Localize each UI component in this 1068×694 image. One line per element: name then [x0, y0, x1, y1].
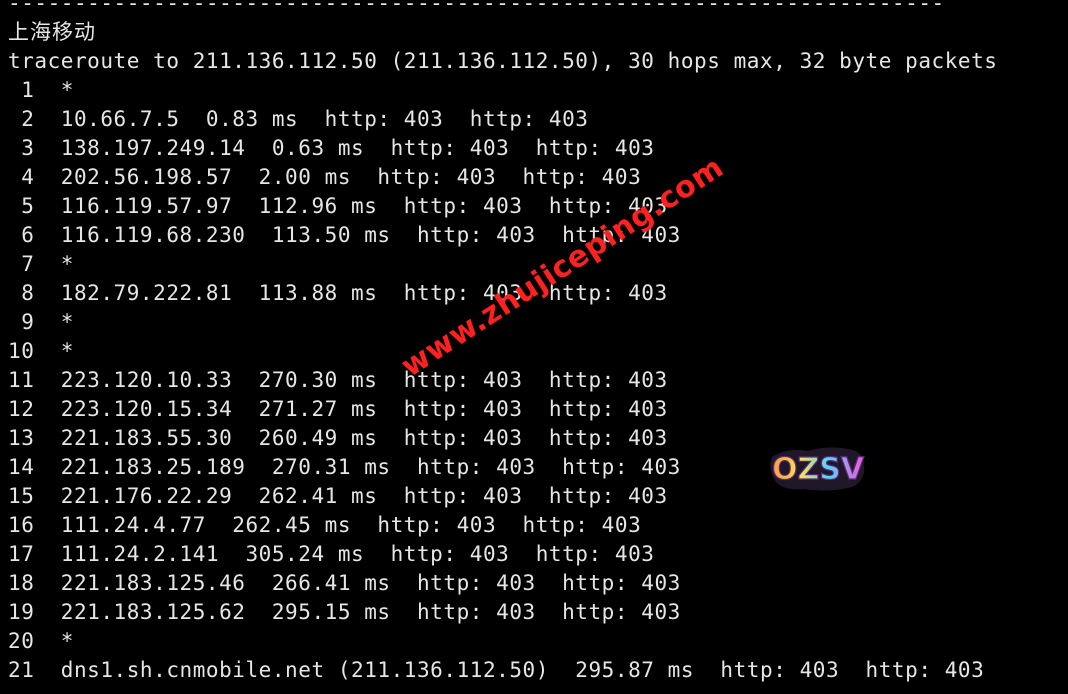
hop-line: 5 116.119.57.97 112.96 ms http: 403 http…	[8, 194, 668, 218]
hop-line: 14 221.183.25.189 270.31 ms http: 403 ht…	[8, 455, 681, 479]
hop-line: 11 223.120.10.33 270.30 ms http: 403 htt…	[8, 368, 668, 392]
hop-line: 17 111.24.2.141 305.24 ms http: 403 http…	[8, 542, 655, 566]
separator-line: ----------------------------------------…	[8, 0, 945, 15]
hop-line: 6 116.119.68.230 113.50 ms http: 403 htt…	[8, 223, 681, 247]
hop-line: 21 dns1.sh.cnmobile.net (211.136.112.50)…	[8, 658, 985, 682]
section-title: 上海移动	[8, 20, 96, 44]
hop-line: 9 *	[8, 310, 74, 334]
logo-text: OZSV	[772, 452, 865, 487]
hop-line: 4 202.56.198.57 2.00 ms http: 403 http: …	[8, 165, 642, 189]
ozsv-logo-icon: OZSV	[770, 447, 865, 491]
hop-line: 18 221.183.125.46 266.41 ms http: 403 ht…	[8, 571, 681, 595]
hop-line: 20 *	[8, 629, 74, 653]
hop-line: 2 10.66.7.5 0.83 ms http: 403 http: 403	[8, 107, 589, 131]
hop-line: 1 *	[8, 78, 74, 102]
hop-line: 13 221.183.55.30 260.49 ms http: 403 htt…	[8, 426, 668, 450]
terminal-output: ----------------------------------------…	[8, 0, 1064, 685]
hop-line: 10 *	[8, 339, 74, 363]
hop-line: 15 221.176.22.29 262.41 ms http: 403 htt…	[8, 484, 668, 508]
hop-line: 19 221.183.125.62 295.15 ms http: 403 ht…	[8, 600, 681, 624]
hop-line: 3 138.197.249.14 0.63 ms http: 403 http:…	[8, 136, 655, 160]
hop-line: 12 223.120.15.34 271.27 ms http: 403 htt…	[8, 397, 668, 421]
traceroute-header: traceroute to 211.136.112.50 (211.136.11…	[8, 49, 998, 73]
hop-line: 16 111.24.4.77 262.45 ms http: 403 http:…	[8, 513, 642, 537]
